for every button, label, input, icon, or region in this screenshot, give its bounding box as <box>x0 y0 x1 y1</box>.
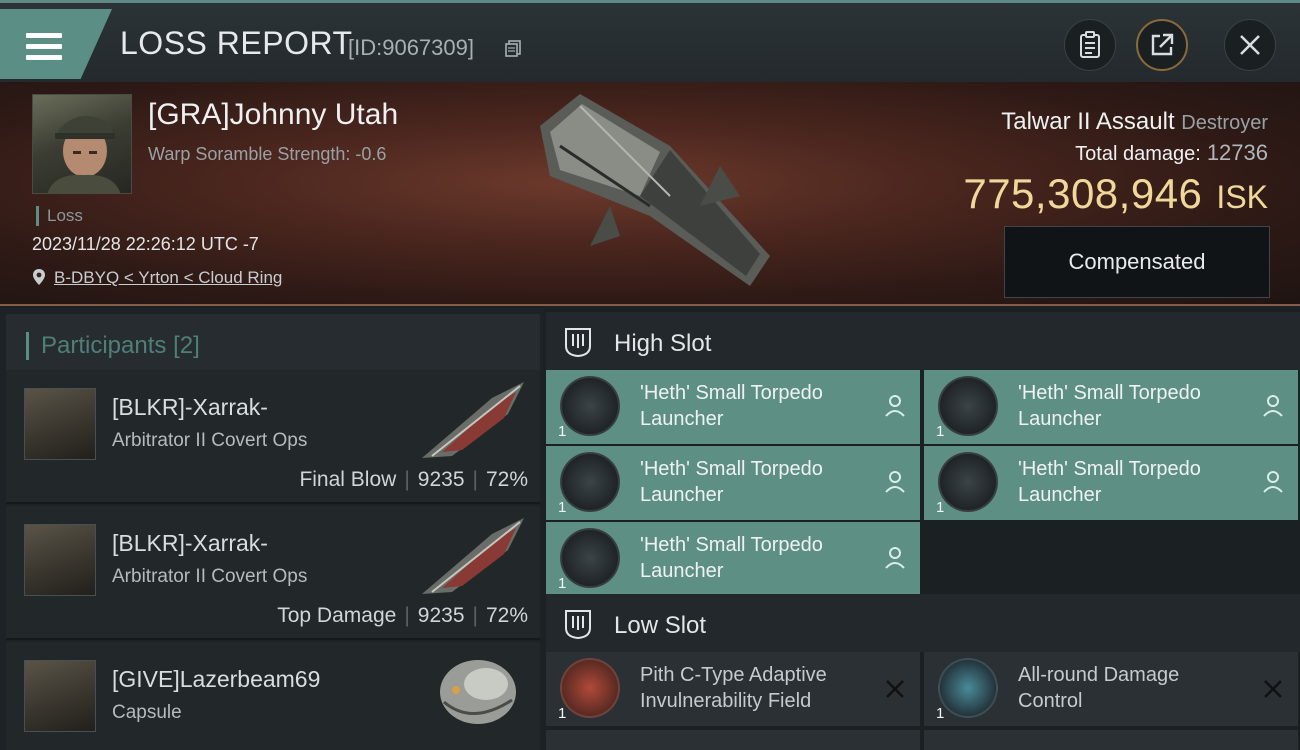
participant-name: [GIVE]Lazerbeam69 <box>112 666 321 692</box>
compensated-button[interactable]: Compensated <box>1004 226 1270 298</box>
share-icon <box>1151 33 1174 56</box>
clipboard-icon <box>1080 31 1100 58</box>
participant-ship: Capsule <box>112 702 182 723</box>
module-quantity: 1 <box>558 705 567 722</box>
participants-title: Participants [2] <box>26 332 200 360</box>
module-name: Pith C-Type Adaptive Invulnerability Fiel… <box>640 664 827 712</box>
module-quantity: 1 <box>936 423 945 440</box>
copy-icon[interactable] <box>504 39 522 57</box>
damage-control-icon <box>938 658 998 718</box>
low-slot-title: Low Slot <box>614 612 707 639</box>
module-quantity: 1 <box>558 575 567 592</box>
launcher-icon <box>560 376 620 436</box>
loss-status: Loss <box>36 206 83 226</box>
module-item-partial[interactable] <box>546 730 920 750</box>
participant-avatar <box>24 660 96 732</box>
module-item[interactable]: 1 'Heth' Small Torpedo Launcher <box>546 370 920 444</box>
pilot-icon <box>1263 471 1283 493</box>
participant-row[interactable]: [GIVE]Lazerbeam69 Capsule <box>6 642 540 750</box>
participants-panel: Participants [2] [BLKR]-Xarrak- Arbitrat… <box>0 308 542 750</box>
victim-ship-name: Talwar II Assault Destroyer <box>1001 108 1268 135</box>
module-quantity: 1 <box>558 423 567 440</box>
pilot-icon <box>885 547 905 569</box>
launcher-icon <box>560 528 620 588</box>
participant-avatar <box>24 388 96 460</box>
page-title: LOSS REPORT <box>120 25 353 61</box>
module-name: 'Heth' Small Torpedo Launcher <box>640 458 823 506</box>
location-link[interactable]: B-DBYQ < Yrton < Cloud Ring <box>54 268 282 288</box>
victim-name[interactable]: [GRA]Johnny Utah <box>148 98 398 132</box>
low-slot-header: Low Slot <box>546 594 1300 652</box>
menu-button[interactable] <box>0 9 112 79</box>
header-bar: LOSS REPORT [ID:9067309] <box>0 0 1300 82</box>
warp-scramble-strength: Warp Soramble Strength: -0.6 <box>148 144 387 164</box>
destroyed-x-icon <box>1264 680 1282 698</box>
victim-portrait[interactable] <box>32 94 132 194</box>
victim-ship-image <box>540 94 770 286</box>
high-slot-header: High Slot <box>546 312 1300 370</box>
module-item[interactable]: 1 All-round Damage Control <box>924 652 1298 726</box>
launcher-icon <box>938 376 998 436</box>
slot-icon <box>565 328 591 358</box>
loss-report-screen: LOSS REPORT [ID:9067309] [GRA]Johnny Uta… <box>0 0 1300 750</box>
module-item[interactable]: 1 'Heth' Small Torpedo Launcher <box>924 370 1298 444</box>
total-damage: Total damage: 12736 <box>1075 140 1268 165</box>
module-item[interactable]: 1 Pith C-Type Adaptive Invulnerability Fi… <box>546 652 920 726</box>
report-id: [ID:9067309] <box>348 35 474 60</box>
launcher-icon <box>560 452 620 512</box>
module-name: All-round Damage Control <box>1018 664 1180 712</box>
participant-ship-image <box>422 382 524 458</box>
participant-avatar <box>24 524 96 596</box>
module-item[interactable]: 1 'Heth' Small Torpedo Launcher <box>546 446 920 520</box>
invulnerability-field-icon <box>560 658 620 718</box>
clipboard-button[interactable] <box>1064 19 1116 71</box>
module-item-partial[interactable] <box>924 730 1298 750</box>
destroyed-x-icon <box>886 680 904 698</box>
loss-timestamp: 2023/11/28 22:26:12 UTC -7 <box>32 234 259 254</box>
module-name: 'Heth' Small Torpedo Launcher <box>1018 382 1201 430</box>
victim-summary: [GRA]Johnny Utah Warp Soramble Strength:… <box>0 82 1300 306</box>
fitting-panel: High Slot 1 'Heth' Small Torpedo Launcher… <box>546 308 1300 750</box>
launcher-icon <box>938 452 998 512</box>
module-quantity: 1 <box>936 705 945 722</box>
slot-icon <box>565 610 591 640</box>
participant-ship-image <box>422 518 524 594</box>
module-quantity: 1 <box>936 499 945 516</box>
location-pin-icon <box>33 269 45 285</box>
menu-icon <box>26 33 62 63</box>
participant-name: [BLKR]-Xarrak- <box>112 394 268 420</box>
participant-row[interactable]: [BLKR]-Xarrak- Arbitrator II Covert Ops … <box>6 506 540 640</box>
module-item[interactable]: 1 'Heth' Small Torpedo Launcher <box>546 522 920 596</box>
module-quantity: 1 <box>558 499 567 516</box>
isk-value: 775,308,946 ISK <box>963 170 1268 217</box>
pilot-icon <box>1263 395 1283 417</box>
participant-ship: Arbitrator II Covert Ops <box>112 430 308 451</box>
participants-header: Participants [2] <box>6 314 540 372</box>
module-name: 'Heth' Small Torpedo Launcher <box>640 534 823 582</box>
participant-name: [BLKR]-Xarrak- <box>112 530 268 556</box>
module-item[interactable]: 1 'Heth' Small Torpedo Launcher <box>924 446 1298 520</box>
participant-stats: Final Blow | 9235 | 72% <box>299 468 528 491</box>
share-button[interactable] <box>1136 19 1188 71</box>
close-button[interactable] <box>1224 19 1276 71</box>
pilot-icon <box>885 471 905 493</box>
pilot-icon <box>885 395 905 417</box>
capsule-image <box>440 660 516 724</box>
close-icon <box>1240 35 1260 55</box>
participant-stats: Top Damage | 9235 | 72% <box>277 604 528 627</box>
participant-ship: Arbitrator II Covert Ops <box>112 566 308 587</box>
high-slot-title: High Slot <box>614 330 712 357</box>
module-name: 'Heth' Small Torpedo Launcher <box>640 382 823 430</box>
module-name: 'Heth' Small Torpedo Launcher <box>1018 458 1201 506</box>
participant-row[interactable]: [BLKR]-Xarrak- Arbitrator II Covert Ops … <box>6 370 540 504</box>
